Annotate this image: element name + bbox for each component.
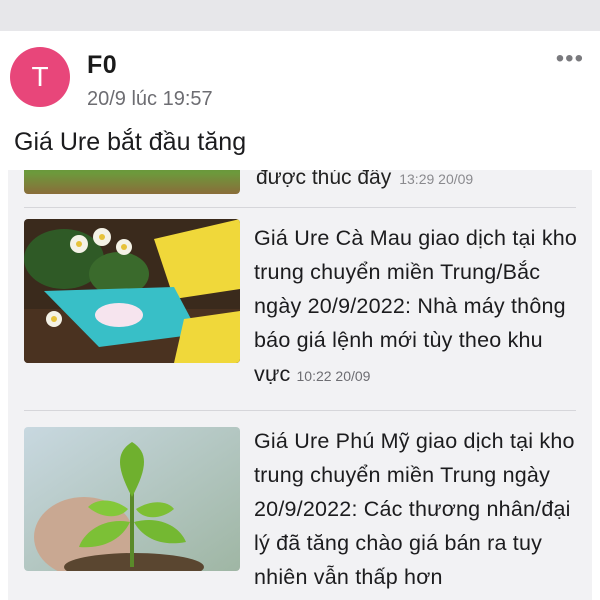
- news-headline[interactable]: Giá Ure Cà Mau giao dịch tại kho trung c…: [254, 221, 584, 393]
- fertilizer-image: [24, 219, 240, 363]
- divider: [24, 410, 576, 411]
- divider: [24, 207, 576, 208]
- news-item[interactable]: Giá Ure Phú Mỹ giao dịch tại kho trung c…: [8, 424, 592, 600]
- seedling-image: [24, 427, 240, 571]
- news-time: 10:22 20/09: [296, 368, 371, 384]
- post-header: T F0 20/9 lúc 19:57 •••: [0, 31, 600, 121]
- news-title: Giá Ure Cà Mau giao dịch tại kho trung c…: [254, 226, 578, 386]
- top-strip: [0, 0, 600, 31]
- previous-article-text: được thúc đẩy: [256, 170, 392, 189]
- previous-article-fragment[interactable]: được thúc đẩy 13:29 20/09: [256, 170, 473, 190]
- seedling-thumbnail[interactable]: [24, 427, 240, 571]
- news-headline[interactable]: Giá Ure Phú Mỹ giao dịch tại kho trung c…: [254, 424, 584, 594]
- news-title: Giá Ure Phú Mỹ giao dịch tại kho trung c…: [254, 429, 575, 589]
- news-item[interactable]: Giá Ure Cà Mau giao dịch tại kho trung c…: [8, 219, 592, 409]
- post-caption: Giá Ure bắt đầu tăng: [14, 128, 247, 156]
- fertilizer-thumbnail[interactable]: [24, 219, 240, 363]
- avatar-letter: T: [31, 61, 49, 92]
- previous-article-thumbnail[interactable]: [24, 170, 240, 194]
- more-horizontal-icon[interactable]: •••: [556, 45, 584, 73]
- post-timestamp: 20/9 lúc 19:57: [87, 88, 213, 110]
- author-name[interactable]: F0: [87, 51, 117, 80]
- previous-article-time: 13:29 20/09: [399, 171, 474, 187]
- shared-news-list[interactable]: được thúc đẩy 13:29 20/09 Giá Ure Cà Mau …: [8, 170, 592, 600]
- avatar[interactable]: T: [10, 47, 70, 107]
